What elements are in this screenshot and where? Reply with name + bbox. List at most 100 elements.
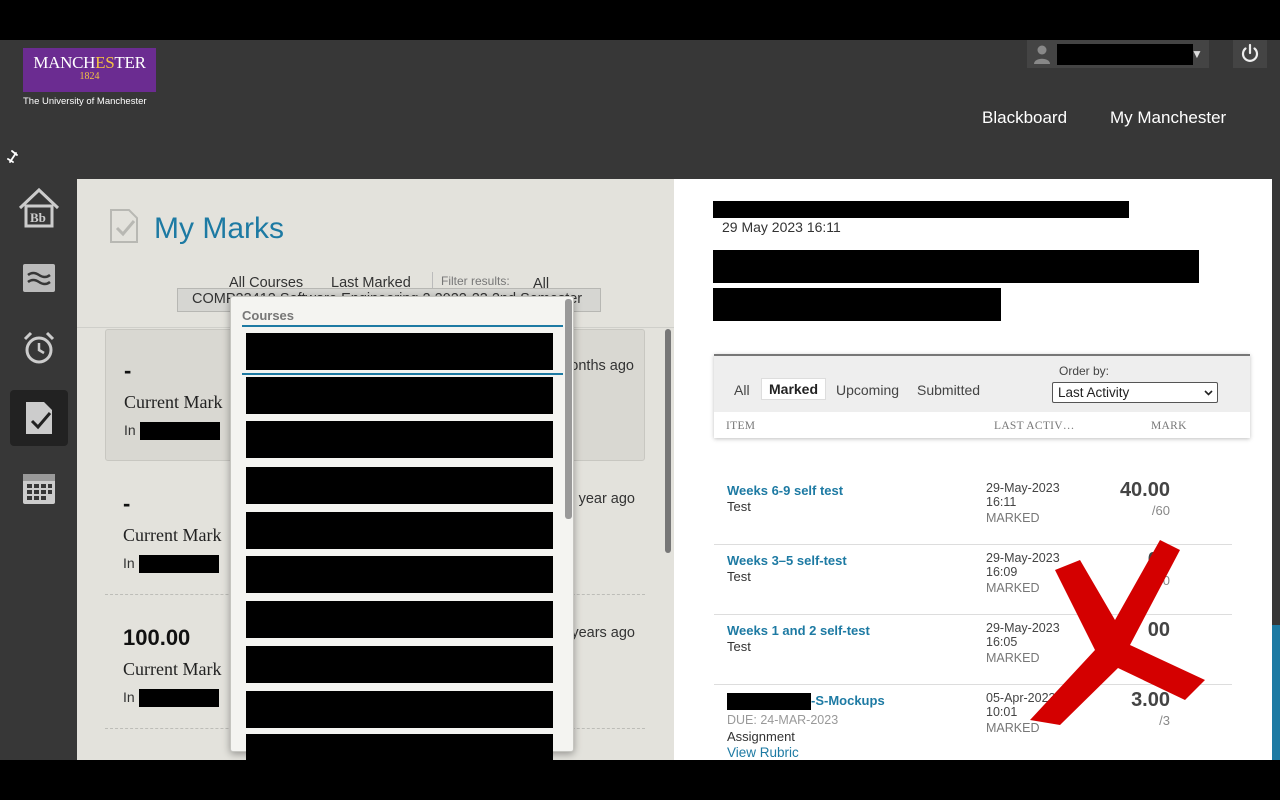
mark-value: - xyxy=(124,358,132,383)
order-by-value: Last Activity xyxy=(1058,385,1130,400)
course-option[interactable] xyxy=(246,556,553,593)
course-option[interactable] xyxy=(246,734,553,760)
logout-button[interactable] xyxy=(1233,40,1267,68)
activity-date: 29-May-2023 16:11 xyxy=(986,481,1060,509)
course-name-redacted xyxy=(139,555,219,573)
grade-score: 00 xyxy=(1147,619,1170,641)
nav-my-manchester[interactable]: My Manchester xyxy=(1110,108,1226,128)
order-by-label: Order by: xyxy=(1059,364,1110,378)
university-logo[interactable]: MANCHESTER 1824 The University of Manche… xyxy=(23,48,156,107)
course-detail-panel: 29 May 2023 16:11 All Marked Upcoming Su… xyxy=(674,179,1272,760)
option-focus-line xyxy=(242,373,563,375)
course-name-redacted xyxy=(140,422,220,440)
mark-course-prefix: In xyxy=(124,422,136,438)
grade-row[interactable]: -S-Mockups DUE: 24-MAR-2023 Assignment V… xyxy=(714,685,1232,760)
item-title-link[interactable]: Weeks 6-9 self test xyxy=(727,483,843,498)
column-header-mark[interactable]: MARK xyxy=(1151,420,1187,432)
tab-all[interactable]: All xyxy=(734,382,750,398)
mark-value: - xyxy=(123,491,131,516)
activity-stream-button[interactable] xyxy=(10,250,68,306)
navigation-rail: Bb xyxy=(0,180,77,760)
stream-icon xyxy=(23,264,55,292)
course-option[interactable] xyxy=(246,333,553,370)
mark-course-prefix: In xyxy=(123,689,135,705)
dropdown-scrollbar[interactable] xyxy=(565,299,572,519)
edge-strip xyxy=(1272,625,1280,760)
activity-day: 29-May-2023 xyxy=(986,621,1060,635)
activity-date: 29-May-2023 16:09 xyxy=(986,551,1060,579)
home-button[interactable]: Bb xyxy=(10,180,68,236)
item-title-link[interactable]: -S-Mockups xyxy=(811,693,885,708)
filter-results-label: Filter results: xyxy=(441,274,510,288)
grades-icon xyxy=(26,402,52,434)
item-title-redacted xyxy=(727,693,811,710)
mark-label: Current Mark xyxy=(123,525,222,545)
activity-day: 05-Apr-2023 xyxy=(986,691,1056,705)
grade-row[interactable]: Weeks 6-9 self test Test 29-May-2023 16:1… xyxy=(714,475,1232,545)
course-name-redacted xyxy=(139,689,219,707)
grade-filter-bar: All Marked Upcoming Submitted Order by: … xyxy=(714,354,1250,438)
grades-button[interactable] xyxy=(10,390,68,446)
item-title-link[interactable]: Weeks 1 and 2 self-test xyxy=(727,623,870,638)
home-icon: Bb xyxy=(18,187,60,228)
course-option[interactable] xyxy=(246,421,553,458)
chevron-down-icon xyxy=(1204,390,1213,396)
grade-row[interactable]: Weeks 3–5 self-test Test 29-May-2023 16:0… xyxy=(714,545,1232,615)
due-dates-button[interactable] xyxy=(10,320,68,376)
activity-day: 29-May-2023 xyxy=(986,551,1060,565)
tab-marked[interactable]: Marked xyxy=(761,378,827,400)
due-date: DUE: 24-MAR-2023 xyxy=(727,713,839,727)
power-icon xyxy=(1241,43,1259,62)
filter-bar-top: All Marked Upcoming Submitted Order by: … xyxy=(714,354,1250,412)
item-type: Test xyxy=(727,569,751,584)
scrollbar[interactable] xyxy=(665,329,671,553)
user-icon xyxy=(1034,45,1050,64)
activity-time: 16:05 xyxy=(986,635,1018,649)
svg-text:Bb: Bb xyxy=(30,210,46,225)
course-option[interactable] xyxy=(246,512,553,549)
activity-time: 16:09 xyxy=(986,565,1018,579)
subheading-redacted xyxy=(713,288,1001,321)
course-option[interactable] xyxy=(246,377,553,414)
app-frame: MANCHESTER 1824 The University of Manche… xyxy=(0,40,1280,760)
dropdown-title: Courses xyxy=(242,308,295,323)
item-title-link[interactable]: Weeks 3–5 self-test xyxy=(727,553,847,568)
grade-row[interactable]: Weeks 1 and 2 self-test Test 29-May-2023… xyxy=(714,615,1232,685)
grade-out-of: /60 xyxy=(1151,573,1170,588)
pin-icon[interactable] xyxy=(6,150,18,164)
item-type: Test xyxy=(727,499,751,514)
course-title-redacted xyxy=(713,201,1129,218)
nav-blackboard[interactable]: Blackboard xyxy=(982,108,1067,128)
activity-time: 10:01 xyxy=(986,705,1018,719)
mark-time-ago: year ago xyxy=(578,491,635,507)
grade-out-of: /3 xyxy=(1159,713,1170,728)
calendar-button[interactable] xyxy=(10,460,68,516)
item-type: Assignment xyxy=(727,729,795,744)
column-header-item[interactable]: ITEM xyxy=(726,420,755,432)
grade-score: 40.00 xyxy=(1119,479,1170,501)
marks-icon xyxy=(110,209,138,243)
user-menu[interactable]: ▼ xyxy=(1027,40,1209,68)
course-dropdown[interactable]: Courses xyxy=(230,296,574,760)
tab-submitted[interactable]: Submitted xyxy=(917,382,980,398)
course-option[interactable] xyxy=(246,467,553,504)
grade-status: MARKED xyxy=(986,651,1040,665)
column-header-last-activity[interactable]: LAST ACTIV… xyxy=(994,420,1075,432)
page-title: My Marks xyxy=(154,212,284,245)
order-by-select[interactable]: Last Activity xyxy=(1052,382,1218,403)
grade-score: 3.00 xyxy=(1131,689,1170,711)
chevron-down-icon[interactable]: ▼ xyxy=(1191,47,1203,61)
course-option[interactable] xyxy=(246,646,553,683)
mark-label: Current Mark xyxy=(123,659,222,679)
view-rubric-link[interactable]: View Rubric xyxy=(727,745,799,760)
course-option[interactable] xyxy=(246,691,553,728)
logo-main-text: MANCHESTER xyxy=(33,53,146,72)
activity-date: 29-May-2023 16:05 xyxy=(986,621,1060,649)
grade-score: 00 xyxy=(1147,549,1170,571)
calendar-icon xyxy=(23,474,55,504)
tab-upcoming[interactable]: Upcoming xyxy=(836,382,899,398)
user-name-redacted xyxy=(1057,44,1193,65)
mark-value: 100.00 xyxy=(123,625,191,650)
course-option[interactable] xyxy=(246,601,553,638)
grade-status: MARKED xyxy=(986,721,1040,735)
